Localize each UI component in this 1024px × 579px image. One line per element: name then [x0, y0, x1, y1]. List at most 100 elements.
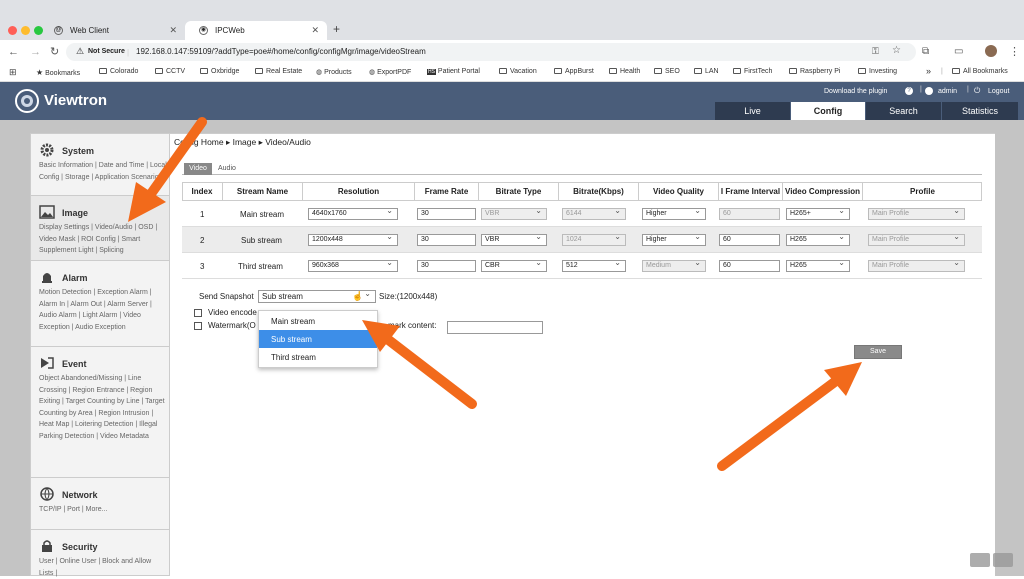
video-encode-checkbox[interactable] [194, 309, 202, 317]
all-bookmarks[interactable]: All Bookmarks [952, 68, 1008, 75]
logout-link[interactable]: Logout [988, 88, 1009, 95]
sidebar-links-system[interactable]: Basic Information | Date and Time | Loca… [39, 160, 167, 183]
bookmark-item[interactable]: ◍ Products [316, 68, 352, 76]
tab-ipcweb[interactable]: ◉ IPCWeb ✕ [185, 21, 327, 40]
sidebar-title-security[interactable]: Security [62, 542, 98, 552]
bookmark-item[interactable]: FirstTech [733, 68, 772, 75]
tab-web-client[interactable]: @ Web Client ✕ [40, 21, 185, 40]
sidebar-title-image[interactable]: Image [62, 208, 88, 218]
sidebar-title-network[interactable]: Network [62, 490, 98, 500]
resolution-select[interactable]: 1200x448 [308, 232, 398, 246]
bookmark-item[interactable]: Health [609, 68, 640, 75]
new-tab-button[interactable]: + [333, 22, 340, 36]
iframe-interval-input[interactable]: 60 [719, 234, 780, 246]
bookmark-item[interactable]: Real Estate [255, 68, 302, 75]
watermark-checkbox[interactable] [194, 322, 202, 330]
compression-select[interactable]: H265+ [786, 206, 850, 220]
folder-icon [789, 68, 797, 74]
bookmark-item[interactable]: ◍ ExportPDF [369, 68, 411, 76]
dropdown-option-sub-stream[interactable]: Sub stream [259, 330, 377, 348]
compression-select[interactable]: H265 [786, 232, 850, 246]
frame-rate-input[interactable]: 30 [417, 234, 476, 246]
bitrate-select[interactable]: 512 [562, 258, 626, 272]
video-quality-select[interactable]: Higher [642, 232, 706, 246]
folder-icon [499, 68, 507, 74]
bookmark-item[interactable]: Oxbridge [200, 68, 239, 75]
bitrate-select[interactable]: 6144 [562, 206, 626, 220]
subtab-video[interactable]: Video [184, 163, 212, 175]
caption-icon[interactable] [970, 553, 990, 567]
profile-select[interactable]: Main Profile [868, 232, 965, 246]
address-bar[interactable]: ⚠ Not Secure | 192.168.0.147:59109/?addT… [66, 43, 916, 61]
menu-icon[interactable]: ⋮ [1009, 46, 1020, 58]
folder-icon [200, 68, 208, 74]
profile-select[interactable]: Main Profile [868, 258, 965, 272]
bookmark-item[interactable]: LAN [694, 68, 719, 75]
bookmark-item[interactable]: Vacation [499, 68, 537, 75]
sidebar-title-alarm[interactable]: Alarm [62, 273, 88, 283]
subtab-audio[interactable]: Audio [218, 165, 236, 172]
close-tab-icon[interactable]: ✕ [169, 25, 177, 36]
browser-tab-bar: @ Web Client ✕ ◉ IPCWeb ✕ + [0, 0, 1024, 40]
bookmark-item[interactable]: HS Patient Portal [427, 68, 480, 75]
iframe-interval-input[interactable]: 60 [719, 260, 780, 272]
download-plugin-link[interactable]: Download the plugin [824, 88, 887, 95]
sidebar-title-system[interactable]: System [62, 146, 94, 156]
power-icon[interactable]: ⏻ [974, 86, 980, 96]
username: admin [938, 88, 958, 95]
reload-icon[interactable]: ↻ [50, 46, 59, 58]
compression-select[interactable]: H265 [786, 258, 850, 272]
iframe-interval-input[interactable]: 60 [719, 208, 780, 220]
save-button[interactable]: Save [854, 345, 902, 359]
bookmark-item[interactable]: Raspberry Pi [789, 68, 840, 75]
sidebar-links-alarm[interactable]: Motion Detection | Exception Alarm | Ala… [39, 287, 167, 333]
key-icon[interactable]: ⚿ [872, 46, 879, 57]
resolution-select[interactable]: 4640x1760 [308, 206, 398, 220]
star-icon[interactable]: ☆ [892, 45, 901, 56]
help-icon[interactable]: ? [905, 87, 913, 95]
nav-search[interactable]: Search [866, 102, 941, 120]
close-tab-icon[interactable]: ✕ [311, 25, 319, 36]
video-quality-select[interactable]: Higher [642, 206, 706, 220]
bookmark-item[interactable]: SEO [654, 68, 680, 75]
bitrate-select[interactable]: 1024 [562, 232, 626, 246]
bookmark-item[interactable]: AppBurst [554, 68, 594, 75]
subtab-divider [182, 174, 982, 175]
back-icon[interactable]: ← [8, 46, 19, 58]
nav-config[interactable]: Config [791, 102, 865, 120]
bookmarks-bar: ⊞ ★ Bookmarks Colorado CCTV Oxbridge Rea… [0, 64, 1024, 82]
forward-icon[interactable]: → [30, 46, 41, 58]
dropdown-option-main-stream[interactable]: Main stream [259, 312, 377, 330]
dropdown-option-third-stream[interactable]: Third stream [259, 348, 377, 366]
sidebar-links-image[interactable]: Display Settings | Video/Audio | OSD | V… [39, 222, 167, 257]
bookmark-item[interactable]: Investing [858, 68, 897, 75]
viewtron-logo-icon [15, 89, 39, 113]
close-window-icon[interactable] [8, 26, 17, 35]
nav-live[interactable]: Live [715, 102, 790, 120]
resolution-select[interactable]: 960x368 [308, 258, 398, 272]
sidebar-links-network[interactable]: TCP/IP | Port | More... [39, 504, 167, 516]
frame-rate-input[interactable]: 30 [417, 208, 476, 220]
bookmark-item[interactable]: ★ Bookmarks [36, 68, 80, 77]
minimize-window-icon[interactable] [21, 26, 30, 35]
bookmark-item[interactable]: Colorado [99, 68, 138, 75]
apps-grid-icon[interactable]: ⊞ [9, 67, 17, 78]
sidebar-title-event[interactable]: Event [62, 359, 87, 369]
avatar[interactable] [985, 45, 997, 57]
cast-icon[interactable]: ▭ [954, 46, 963, 58]
bitrate-type-select[interactable]: VBR [481, 232, 547, 246]
bookmark-item[interactable]: CCTV [155, 68, 185, 75]
fullscreen-icon[interactable] [993, 553, 1013, 567]
watermark-content-input[interactable] [447, 321, 543, 334]
bookmarks-overflow-button[interactable]: » [926, 66, 931, 76]
profile-select[interactable]: Main Profile [868, 206, 965, 220]
bitrate-type-select[interactable]: VBR [481, 206, 547, 220]
globe-icon: ◍ [369, 69, 376, 76]
sidebar-links-event[interactable]: Object Abandoned/Missing | Line Crossing… [39, 373, 167, 442]
bitrate-type-select[interactable]: CBR [481, 258, 547, 272]
nav-statistics[interactable]: Statistics [942, 102, 1018, 120]
frame-rate-input[interactable]: 30 [417, 260, 476, 272]
row-stream-name: Third stream [238, 262, 283, 271]
extensions-icon[interactable]: ⧉ [922, 46, 929, 58]
video-quality-select[interactable]: Medium [642, 258, 706, 272]
